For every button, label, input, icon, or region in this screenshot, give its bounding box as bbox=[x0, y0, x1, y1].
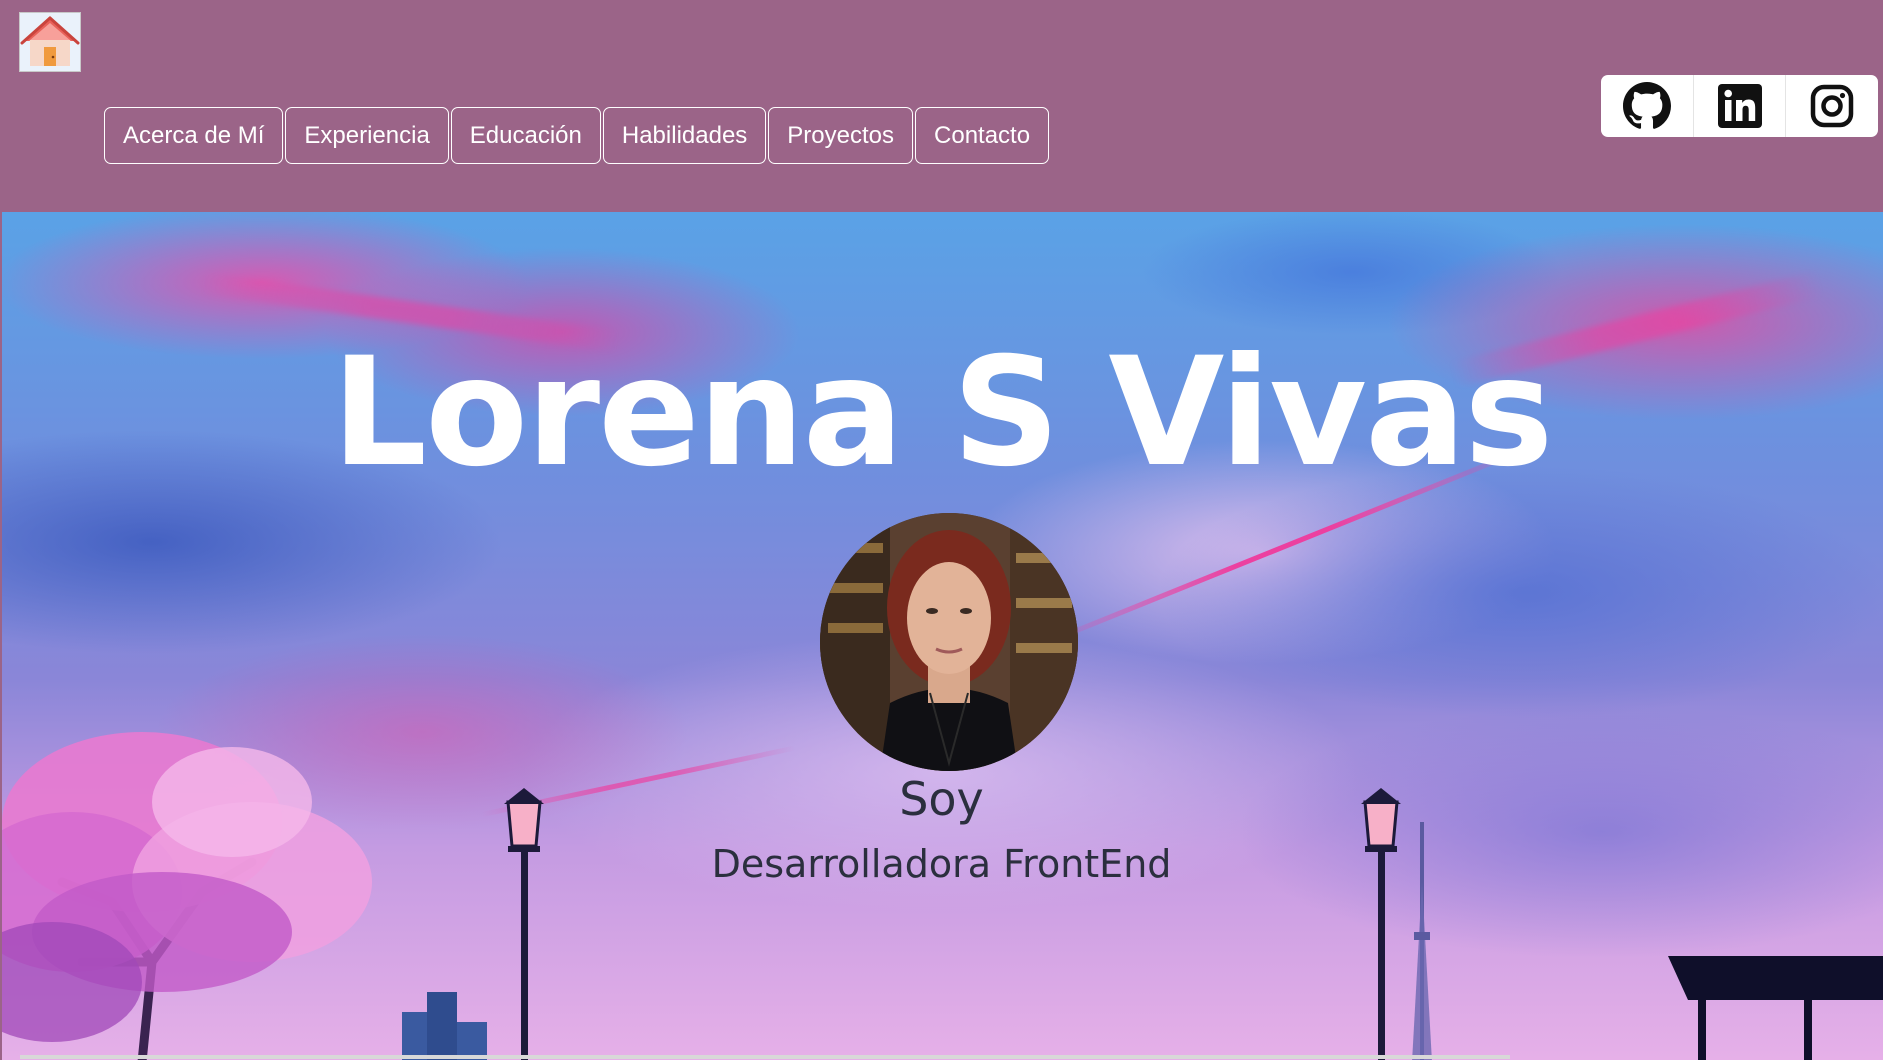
profile-photo bbox=[820, 513, 1078, 771]
nav-proyectos[interactable]: Proyectos bbox=[768, 107, 914, 164]
horizontal-scrollbar[interactable] bbox=[20, 1055, 1510, 1059]
skyline-illustration bbox=[402, 992, 487, 1060]
house-icon bbox=[20, 16, 80, 66]
linkedin-icon bbox=[1717, 84, 1762, 128]
profile-photo-image bbox=[820, 513, 1078, 771]
hero-title: Lorena S Vivas bbox=[331, 326, 1554, 500]
nav-habilidades[interactable]: Habilidades bbox=[602, 107, 767, 164]
main-nav: Acerca de Mí Experiencia Educación Habil… bbox=[104, 107, 1050, 164]
github-icon bbox=[1622, 82, 1671, 129]
intro-text: Soy bbox=[899, 772, 984, 826]
linkedin-link[interactable] bbox=[1694, 75, 1787, 137]
instagram-icon bbox=[1810, 84, 1854, 128]
role-text: Desarrolladora FrontEnd bbox=[711, 842, 1172, 886]
instagram-link[interactable] bbox=[1786, 75, 1878, 137]
page: Acerca de Mí Experiencia Educación Habil… bbox=[0, 0, 1883, 1060]
nav-educacion[interactable]: Educación bbox=[450, 107, 601, 164]
nav-experiencia[interactable]: Experiencia bbox=[285, 107, 449, 164]
nav-contacto[interactable]: Contacto bbox=[915, 107, 1050, 164]
header: Acerca de Mí Experiencia Educación Habil… bbox=[0, 0, 1883, 212]
billboard-illustration bbox=[1668, 956, 1883, 1060]
home-button[interactable] bbox=[19, 12, 81, 72]
github-link[interactable] bbox=[1601, 75, 1694, 137]
nav-acerca-de-mi[interactable]: Acerca de Mí bbox=[104, 107, 284, 164]
social-links bbox=[1601, 75, 1878, 137]
